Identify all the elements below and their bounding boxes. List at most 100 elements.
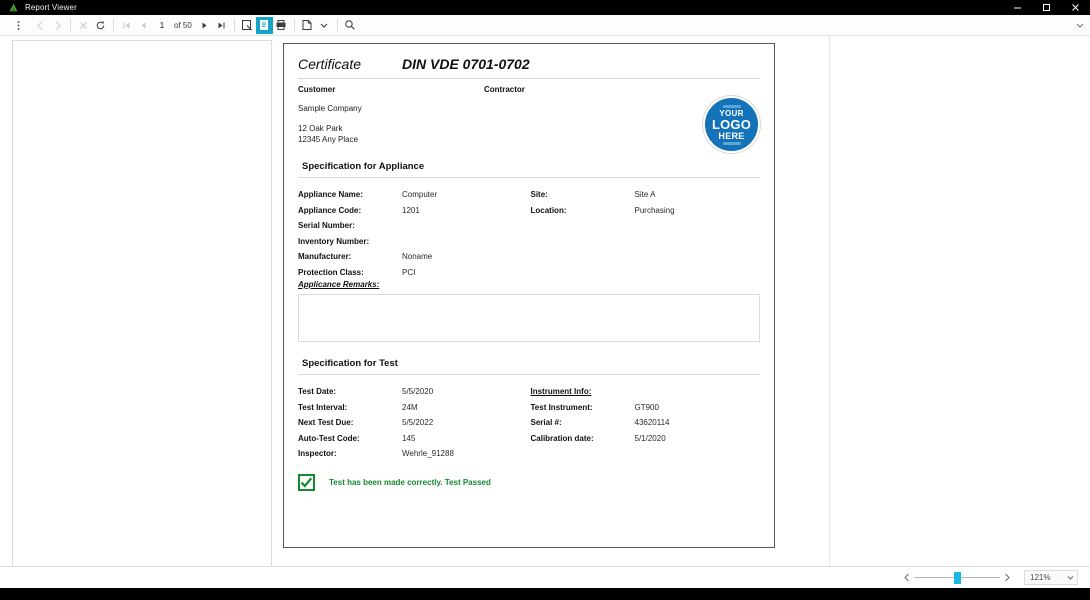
field-value: Site A: [635, 187, 656, 203]
kebab-menu-icon[interactable]: [10, 17, 27, 34]
field-value: Noname: [402, 249, 432, 265]
field-row: Appliance Code: 1201: [298, 203, 531, 219]
toolbar-overflow-icon[interactable]: [1072, 16, 1088, 33]
next-page-icon[interactable]: [196, 17, 213, 34]
field-label: Manufacturer:: [298, 249, 402, 265]
certificate-title: Certificate: [298, 56, 402, 72]
field-value: 145: [402, 431, 415, 447]
report-viewer-icon: [5, 0, 21, 15]
field-row: Next Test Due: 5/5/2022: [298, 415, 531, 431]
appliance-right-column: Site: Site A Location: Purchasing: [531, 187, 761, 280]
panel-splitter[interactable]: [272, 36, 283, 566]
field-label: Inspector:: [298, 446, 402, 462]
export-group[interactable]: [299, 17, 333, 34]
field-row: Test Instrument: GT900: [531, 400, 761, 416]
customer-address-line1: 12 Oak Park: [298, 123, 484, 134]
customer-column: Customer Sample Company 12 Oak Park 1234…: [298, 85, 484, 145]
close-button[interactable]: [1061, 0, 1090, 15]
appliance-section-divider: [298, 177, 760, 178]
field-label: Inventory Number:: [298, 234, 402, 250]
zoom-level-select[interactable]: 121%: [1024, 570, 1078, 585]
field-label: Site:: [531, 187, 635, 203]
refresh-icon[interactable]: [92, 17, 109, 34]
chevron-down-icon[interactable]: [1063, 571, 1077, 584]
appliance-remarks-box[interactable]: [298, 294, 760, 342]
contractor-column: Contractor: [484, 85, 670, 145]
company-logo: YOUR LOGO HERE: [703, 96, 760, 153]
field-value: 1201: [402, 203, 420, 219]
logo-line-2: LOGO: [712, 118, 751, 131]
field-label: Auto-Test Code:: [298, 431, 402, 447]
field-value: Computer: [402, 187, 437, 203]
report-viewer-window: Report Viewer: [0, 0, 1090, 588]
field-value: PCI: [402, 265, 415, 281]
field-row: Test Interval: 24M: [298, 400, 531, 416]
field-row: Site: Site A: [531, 187, 761, 203]
certificate-standard: DIN VDE 0701-0702: [402, 56, 530, 72]
page-number-input[interactable]: [152, 18, 172, 32]
field-row: Serial Number:: [298, 218, 531, 234]
appliance-section-title: Specification for Appliance: [298, 161, 760, 177]
document-pane-divider: [829, 36, 830, 566]
back-icon[interactable]: [32, 17, 49, 34]
instrument-info-heading: Instrument Info:: [531, 384, 592, 400]
field-row: Manufacturer: Noname: [298, 249, 531, 265]
instrument-info-row: Instrument Info:: [531, 384, 761, 400]
field-label: Appliance Code:: [298, 203, 402, 219]
export-icon[interactable]: [299, 17, 316, 34]
field-row: Inventory Number:: [298, 234, 531, 250]
field-row: Appliance Name: Computer: [298, 187, 531, 203]
test-fields: Test Date: 5/5/2020 Test Interval: 24M N…: [298, 384, 760, 462]
page-setup-icon[interactable]: [239, 17, 256, 34]
search-icon[interactable]: [342, 17, 359, 34]
first-page-icon[interactable]: [118, 17, 135, 34]
field-label: Location:: [531, 203, 635, 219]
field-value: 5/5/2020: [402, 384, 433, 400]
bottom-strip: [0, 588, 1090, 600]
export-dropdown-chevron-down-icon[interactable]: [316, 17, 333, 34]
customer-name: Sample Company: [298, 103, 484, 114]
check-icon: [298, 474, 315, 491]
customer-address-line2: 12345 Any Place: [298, 134, 484, 145]
toolbar: of 50: [0, 15, 1090, 36]
zoom-level-value: 121%: [1025, 573, 1063, 582]
field-row: Serial #: 43620114: [531, 415, 761, 431]
last-page-icon[interactable]: [213, 17, 230, 34]
zoom-slider[interactable]: [914, 570, 1000, 586]
previous-page-icon[interactable]: [135, 17, 152, 34]
minimize-button[interactable]: [1003, 0, 1032, 15]
field-value: 24M: [402, 400, 418, 416]
toolbar-separator-4: [294, 18, 295, 32]
page-view-icon[interactable]: [256, 17, 273, 34]
contractor-heading: Contractor: [484, 85, 670, 94]
field-label: Test Date:: [298, 384, 402, 400]
test-section: Specification for Test Test Date: 5/5/20…: [298, 358, 760, 491]
zoom-out-arrow-icon[interactable]: [900, 570, 914, 586]
test-section-title: Specification for Test: [298, 358, 760, 374]
report-page: Certificate DIN VDE 0701-0702 Customer S…: [283, 43, 775, 548]
field-value: 43620114: [635, 415, 670, 431]
field-value: Wehrle_91288: [402, 446, 454, 462]
toolbar-separator-1: [70, 18, 71, 32]
field-label: Test Interval:: [298, 400, 402, 416]
page-total-label: of 50: [174, 21, 192, 30]
field-label: Calibration date:: [531, 431, 635, 447]
titlebar: Report Viewer: [0, 0, 1090, 15]
test-right-column: Instrument Info: Test Instrument: GT900 …: [531, 384, 761, 462]
maximize-button[interactable]: [1032, 0, 1061, 15]
appliance-remarks-label: Applicance Remarks:: [298, 280, 760, 289]
statusbar: 121%: [0, 567, 1090, 588]
forward-icon[interactable]: [49, 17, 66, 34]
field-label: Appliance Name:: [298, 187, 402, 203]
parameters-panel[interactable]: [12, 40, 272, 566]
print-icon[interactable]: [273, 17, 290, 34]
field-label: Serial #:: [531, 415, 635, 431]
customer-heading: Customer: [298, 85, 484, 94]
document-area[interactable]: Certificate DIN VDE 0701-0702 Customer S…: [283, 36, 1090, 566]
logo-bar-top: [723, 105, 741, 108]
field-value: 5/5/2022: [402, 415, 433, 431]
zoom-slider-handle[interactable]: [954, 572, 961, 584]
appliance-left-column: Appliance Name: Computer Appliance Code:…: [298, 187, 531, 280]
zoom-in-arrow-icon[interactable]: [1000, 570, 1014, 586]
stop-icon[interactable]: [75, 17, 92, 34]
